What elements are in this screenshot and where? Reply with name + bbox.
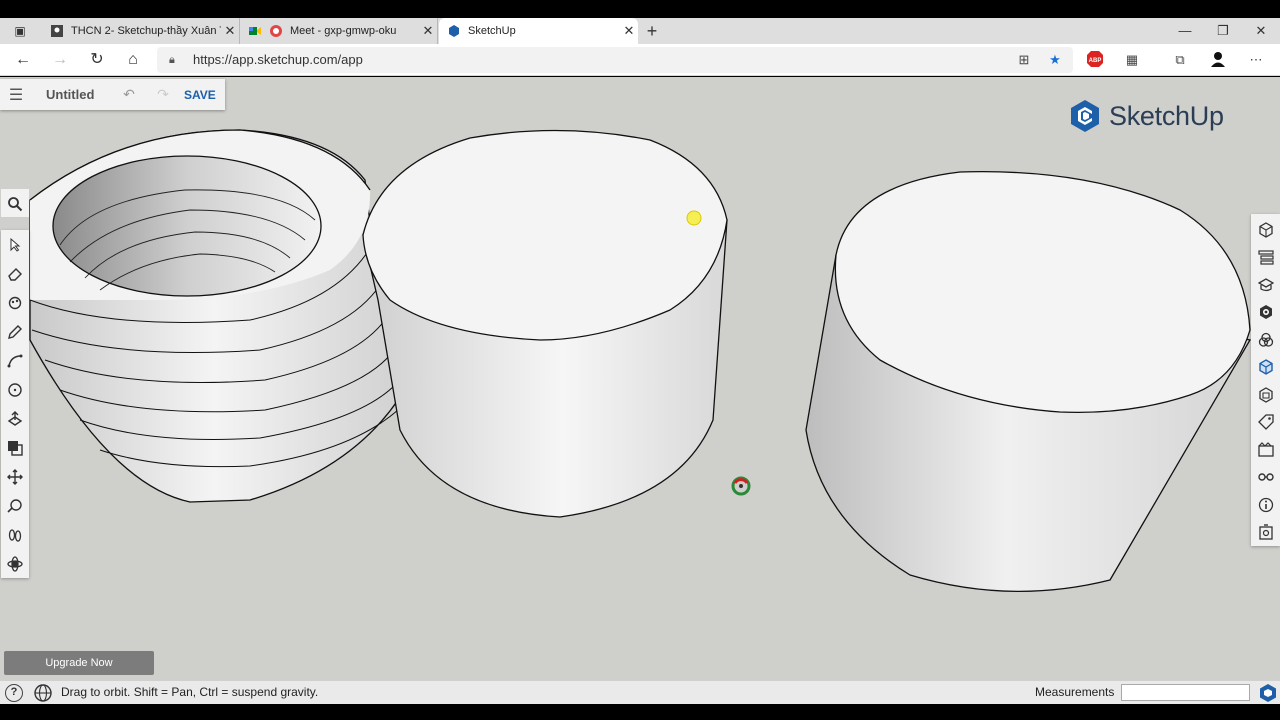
hamburger-menu-icon[interactable]: ☰ xyxy=(0,85,32,105)
search-icon[interactable] xyxy=(1,189,29,218)
tab-close-icon[interactable]: ✕ xyxy=(419,23,437,39)
undo-icon[interactable]: ↶ xyxy=(112,86,146,103)
sketchup-logo: SketchUp xyxy=(1069,99,1224,133)
select-icon[interactable] xyxy=(1,230,29,259)
collections-icon[interactable]: ⧉ xyxy=(1170,50,1190,70)
measurements-label: Measurements xyxy=(1035,685,1115,699)
lock-icon: 🔒︎ xyxy=(169,54,175,66)
file-name[interactable]: Untitled xyxy=(46,87,112,102)
logo-text: SketchUp xyxy=(1109,100,1224,131)
right-panel-toolbar xyxy=(1251,214,1280,546)
eraser-icon[interactable] xyxy=(1,259,29,288)
display-icon[interactable] xyxy=(1251,436,1280,464)
adblock-icon[interactable]: ABP xyxy=(1085,50,1105,70)
modeling-viewport[interactable]: ☰ Untitled ↶ ↷ SAVE SketchUp Upgrade Now xyxy=(0,77,1280,680)
components-icon[interactable] xyxy=(1251,271,1280,299)
orbit-icon[interactable] xyxy=(1,549,29,578)
back-icon[interactable]: ← xyxy=(11,48,35,72)
favorite-star-icon[interactable]: ★ xyxy=(1045,50,1065,70)
tab-sketchup[interactable]: SketchUp ✕ xyxy=(439,18,638,44)
classroom-icon xyxy=(51,25,63,37)
instructor-icon[interactable] xyxy=(1251,244,1280,272)
sketchup-small-icon[interactable] xyxy=(1258,683,1278,703)
pencil-icon[interactable] xyxy=(1,317,29,346)
upgrade-now-button[interactable]: Upgrade Now xyxy=(4,651,154,675)
tab-close-icon[interactable]: ✕ xyxy=(221,23,239,39)
tape-measure-icon[interactable] xyxy=(1,491,29,520)
read-mode-icon[interactable]: ⊞ xyxy=(1014,50,1034,70)
svg-text:ABP: ABP xyxy=(1089,58,1102,64)
tab-actions-icon[interactable]: ▣ xyxy=(8,19,32,43)
extension-icon[interactable]: ▦ xyxy=(1122,50,1142,70)
meet-icon xyxy=(249,27,261,35)
cylinder-middle[interactable] xyxy=(362,129,728,518)
orbit-cursor-icon xyxy=(731,476,751,496)
left-toolbar xyxy=(1,230,29,578)
paint-bucket-icon[interactable] xyxy=(1,288,29,317)
reload-icon[interactable]: ↻ xyxy=(85,48,109,72)
tab-classroom[interactable]: THCN 2- Sketchup-thầy Xuân Tu ✕ xyxy=(42,18,240,44)
globe-icon[interactable] xyxy=(33,683,53,703)
address-bar[interactable]: 🔒︎ https://app.sketchup.com/app xyxy=(157,47,1073,73)
window-close-icon[interactable]: ✕ xyxy=(1242,18,1280,44)
home-icon[interactable]: ⌂ xyxy=(121,48,145,72)
tab-label: SketchUp xyxy=(468,25,516,37)
measurements-input[interactable] xyxy=(1121,684,1250,701)
export-icon[interactable] xyxy=(1251,519,1280,547)
help-icon[interactable]: ? xyxy=(5,684,23,702)
info-icon[interactable] xyxy=(1251,491,1280,519)
cursor-highlight xyxy=(686,210,702,226)
tab-close-icon[interactable]: ✕ xyxy=(620,23,638,39)
search-tool[interactable] xyxy=(1,189,29,217)
offset-icon[interactable] xyxy=(1,433,29,462)
push-pull-icon[interactable] xyxy=(1,404,29,433)
tab-meet[interactable]: Meet - gxp-gmwp-oku ✕ xyxy=(240,18,438,44)
file-toolbar: ☰ Untitled ↶ ↷ SAVE xyxy=(0,79,225,110)
profile-avatar-icon[interactable] xyxy=(1208,50,1228,70)
glasses-icon[interactable] xyxy=(1251,464,1280,492)
hollow-cylinder[interactable] xyxy=(29,129,399,503)
save-button[interactable]: SAVE xyxy=(184,88,216,102)
arc-icon[interactable] xyxy=(1,346,29,375)
entity-info-icon[interactable] xyxy=(1251,216,1280,244)
status-message: Drag to orbit. Shift = Pan, Ctrl = suspe… xyxy=(61,685,319,699)
more-menu-icon[interactable]: ⋯ xyxy=(1246,50,1266,70)
layers-icon[interactable] xyxy=(1251,354,1280,382)
cylinder-right[interactable] xyxy=(805,171,1252,593)
tab-label: Meet - gxp-gmwp-oku xyxy=(290,25,397,37)
tab-label: THCN 2- Sketchup-thầy Xuân Tu xyxy=(71,25,221,37)
circle-icon[interactable] xyxy=(1,375,29,404)
url-text: https://app.sketchup.com/app xyxy=(193,52,363,67)
sketchup-logo-icon xyxy=(1071,100,1099,132)
redo-icon[interactable]: ↷ xyxy=(146,86,180,103)
sketchup-icon xyxy=(449,25,459,37)
minimize-icon[interactable]: — xyxy=(1166,18,1204,44)
new-tab-icon[interactable]: + xyxy=(640,19,664,43)
browser-tab-strip: ▣ THCN 2- Sketchup-thầy Xuân Tu ✕ Meet -… xyxy=(0,18,1280,44)
scenes-icon[interactable] xyxy=(1251,381,1280,409)
recording-icon xyxy=(270,25,282,37)
materials-icon[interactable] xyxy=(1251,299,1280,327)
maximize-icon[interactable]: ❐ xyxy=(1204,18,1242,44)
move-icon[interactable] xyxy=(1,462,29,491)
walk-icon[interactable] xyxy=(1,520,29,549)
styles-icon[interactable] xyxy=(1251,326,1280,354)
model-canvas[interactable] xyxy=(0,77,1280,680)
tags-icon[interactable] xyxy=(1251,409,1280,437)
forward-icon[interactable]: → xyxy=(48,48,72,72)
browser-toolbar: ← → ↻ ⌂ 🔒︎ https://app.sketchup.com/app … xyxy=(0,44,1280,76)
status-bar: ? Drag to orbit. Shift = Pan, Ctrl = sus… xyxy=(0,680,1280,704)
